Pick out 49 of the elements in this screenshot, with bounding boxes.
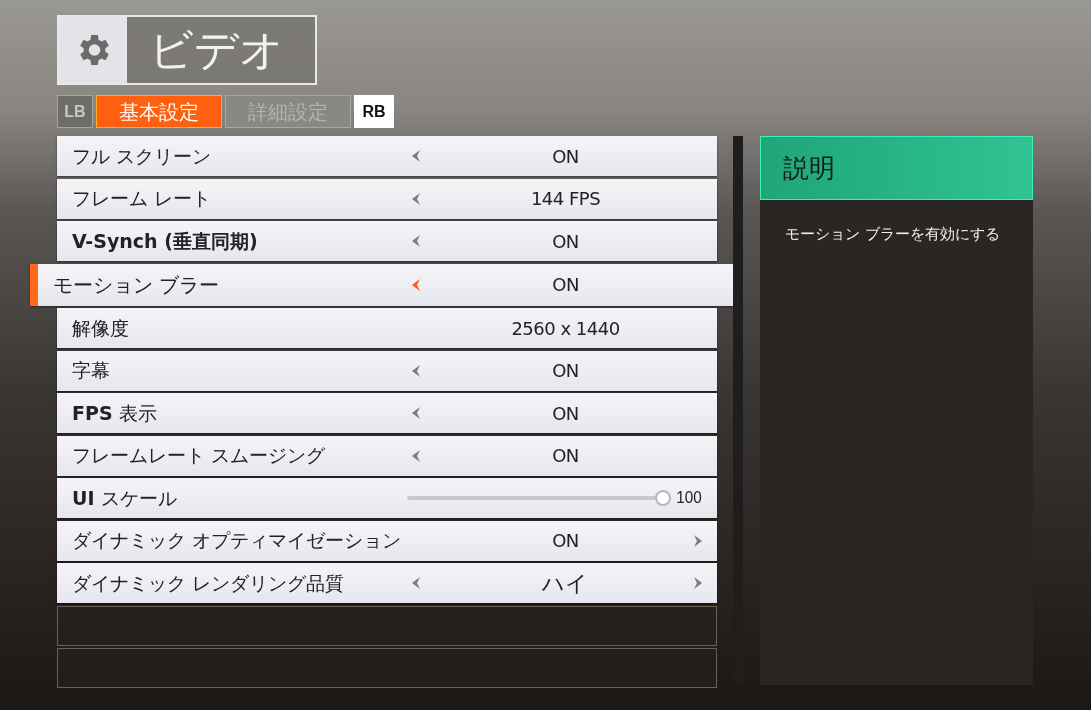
setting-row[interactable]: 字幕 ON <box>57 350 717 391</box>
setting-value: ON <box>551 229 580 254</box>
setting-label: フル スクリーン <box>71 143 213 169</box>
setting-row[interactable]: フレームレート スムージング ON <box>57 435 717 476</box>
setting-label: モーション ブラー <box>52 271 221 299</box>
setting-value: ON <box>551 144 580 169</box>
right-arrow-icon[interactable] <box>694 534 703 547</box>
setting-row[interactable]: FPS 表示 ON <box>57 393 717 433</box>
description-text: モーション ブラーを有効にする <box>784 224 1001 244</box>
slider-thumb[interactable] <box>655 490 671 506</box>
setting-value: ON <box>551 359 580 383</box>
setting-label: 解像度 <box>71 315 130 341</box>
setting-label: フレーム レート <box>71 186 213 212</box>
left-arrow-icon[interactable] <box>412 577 420 589</box>
page-title: ビデオ <box>148 23 284 77</box>
setting-value: ON <box>551 529 580 553</box>
setting-value: 144 FPS <box>529 187 602 211</box>
setting-label: FPS 表示 <box>71 400 158 426</box>
selected-setting-row[interactable]: モーション ブラー ON <box>30 263 735 306</box>
setting-value: ON <box>551 444 580 468</box>
setting-label: V-Synch (垂直同期) <box>71 228 259 254</box>
setting-value: ON <box>551 401 580 426</box>
setting-row[interactable]: UI スケール 100 <box>57 478 717 518</box>
description-title: 説明 <box>783 151 835 185</box>
left-arrow-icon[interactable] <box>412 192 420 205</box>
setting-value: 100 <box>675 487 703 510</box>
left-arrow-icon[interactable] <box>412 235 420 247</box>
setting-value: 2560 x 1440 <box>510 316 621 341</box>
left-arrow-icon[interactable] <box>412 407 420 419</box>
right-arrow-icon[interactable] <box>694 577 703 589</box>
setting-row[interactable]: ダイナミック オプティマイゼーション ON <box>57 520 717 561</box>
setting-label: フレームレート スムージング <box>71 443 327 469</box>
setting-label: 字幕 <box>71 358 111 384</box>
setting-value: ハイ <box>541 569 590 598</box>
setting-row[interactable]: ダイナミック レンダリング品質 ハイ <box>57 563 717 603</box>
setting-row[interactable]: フル スクリーン ON <box>57 136 717 176</box>
setting-label: ダイナミック オプティマイゼーション <box>71 528 403 554</box>
setting-row[interactable]: V-Synch (垂直同期) ON <box>57 221 717 261</box>
left-arrow-icon[interactable] <box>412 449 420 462</box>
left-arrow-icon[interactable] <box>412 364 420 377</box>
setting-label: UI スケール <box>71 485 178 511</box>
left-arrow-icon[interactable] <box>412 278 420 291</box>
setting-label: ダイナミック レンダリング品質 <box>71 570 346 596</box>
slider[interactable] <box>407 490 671 506</box>
left-arrow-icon[interactable] <box>412 150 420 162</box>
setting-row[interactable]: フレーム レート 144 FPS <box>57 178 717 219</box>
setting-row[interactable]: 解像度 2560 x 1440 <box>57 308 717 348</box>
bumper-button[interactable]: RB <box>354 95 394 128</box>
setting-value: ON <box>551 273 580 297</box>
